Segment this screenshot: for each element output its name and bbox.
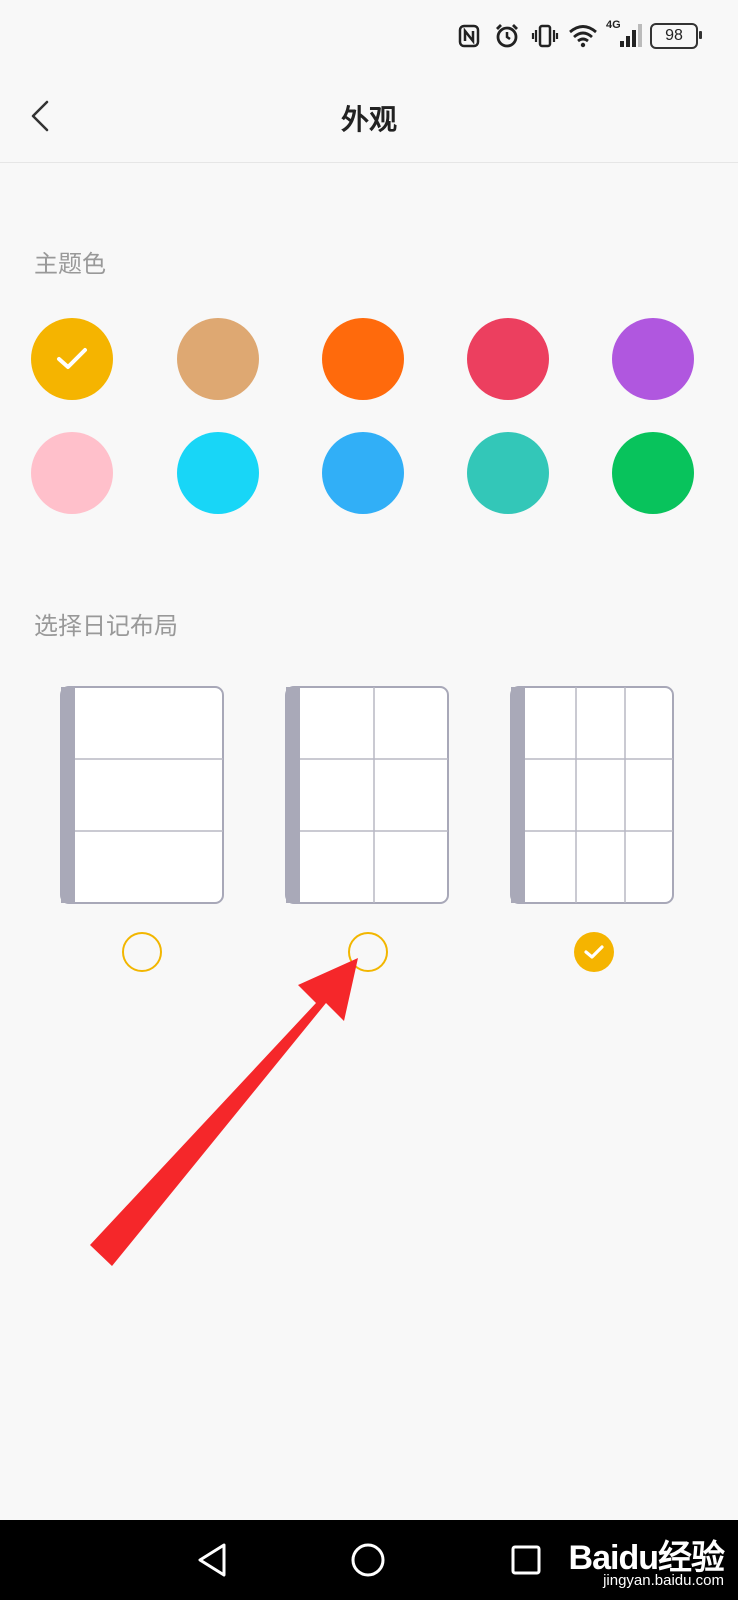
back-triangle-icon xyxy=(198,1543,226,1577)
layout-card-1[interactable] xyxy=(60,686,224,904)
battery-level: 98 xyxy=(665,27,683,44)
baidu-watermark: Baidu经验 jingyan.baidu.com xyxy=(569,1530,725,1589)
theme-color-swatch-1[interactable] xyxy=(31,318,113,400)
theme-color-swatch-10[interactable] xyxy=(612,432,694,514)
nav-back-button[interactable] xyxy=(190,1538,234,1582)
theme-color-swatch-8[interactable] xyxy=(322,432,404,514)
wifi-icon xyxy=(568,21,598,51)
nfc-icon xyxy=(454,21,484,51)
theme-color-swatch-6[interactable] xyxy=(31,432,113,514)
watermark-url: jingyan.baidu.com xyxy=(603,1572,724,1589)
network-type: 4G xyxy=(606,19,621,31)
layout-card-3[interactable] xyxy=(510,686,674,904)
nav-home-button[interactable] xyxy=(346,1538,390,1582)
layout-card-2[interactable] xyxy=(285,686,449,904)
theme-color-swatch-5[interactable] xyxy=(612,318,694,400)
alarm-icon xyxy=(492,21,522,51)
battery-icon: 98 xyxy=(650,23,702,49)
status-bar: 4G 98 xyxy=(0,0,738,70)
vibrate-icon xyxy=(530,21,560,51)
page-title: 外观 xyxy=(340,103,397,136)
header: 外观 xyxy=(0,70,738,163)
check-icon xyxy=(57,348,87,369)
recents-square-icon xyxy=(511,1545,541,1575)
theme-color-swatch-3[interactable] xyxy=(322,318,404,400)
signal-icon: 4G xyxy=(606,19,642,51)
nav-recents-button[interactable] xyxy=(504,1538,548,1582)
check-icon xyxy=(584,945,604,959)
layout-radio-1[interactable] xyxy=(122,932,162,972)
status-icons: 4G 98 xyxy=(454,19,702,52)
layout-radio-2[interactable] xyxy=(348,932,388,972)
theme-color-swatch-4[interactable] xyxy=(467,318,549,400)
navigation-bar: Baidu经验 jingyan.baidu.com xyxy=(0,1520,738,1600)
home-circle-icon xyxy=(351,1543,385,1577)
theme-color-swatch-9[interactable] xyxy=(467,432,549,514)
layout-label: 选择日记布局 xyxy=(34,612,178,640)
layout-radio-3[interactable] xyxy=(574,932,614,972)
theme-color-swatch-7[interactable] xyxy=(177,432,259,514)
theme-color-label: 主题色 xyxy=(34,250,106,278)
theme-color-swatch-2[interactable] xyxy=(177,318,259,400)
